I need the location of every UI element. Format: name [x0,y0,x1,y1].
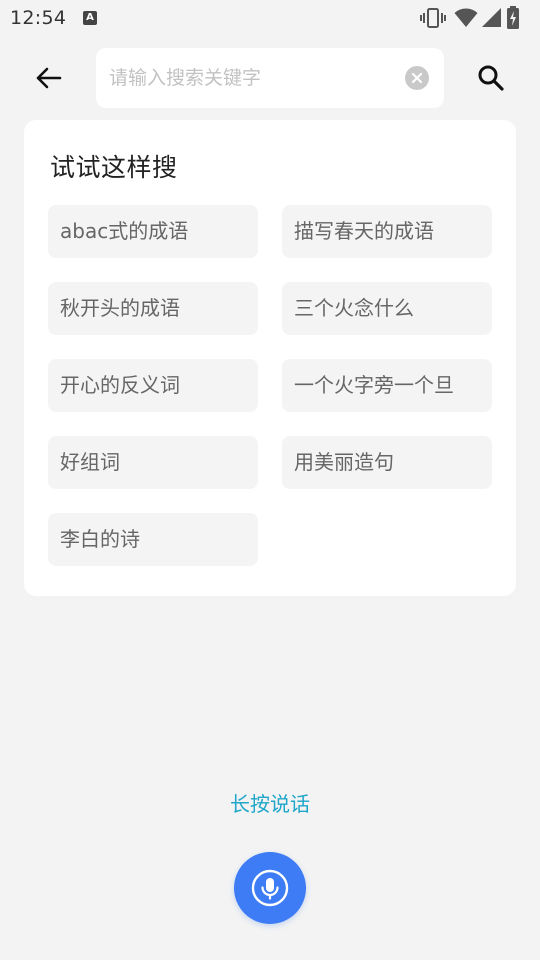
suggestion-chip[interactable]: abac式的成语 [48,205,258,258]
suggestion-chip[interactable]: 好组词 [48,436,258,489]
suggestion-chip[interactable]: 用美丽造句 [282,436,492,489]
clear-circle-icon [411,72,423,84]
arrow-left-icon [36,67,62,89]
voice-hint: 长按说话 [230,792,310,816]
search-box [96,48,444,108]
suggestion-title: 试试这样搜 [50,153,178,182]
suggestion-chip[interactable]: 秋开头的成语 [48,282,258,335]
voice-input-button[interactable] [234,852,306,924]
status-bar: 12:54 A [0,0,540,36]
battery-charging-icon [507,6,519,29]
magnifier-icon [478,65,504,91]
notification-a-icon: A [83,11,97,25]
status-icons [420,6,530,30]
suggestion-chip[interactable]: 开心的反义词 [48,359,258,412]
search-input[interactable] [109,60,399,96]
suggestion-chip[interactable]: 李白的诗 [48,513,258,566]
status-time: 12:54 [10,7,67,29]
suggestion-chip[interactable]: 三个火念什么 [282,282,492,335]
vibrate-icon [420,8,446,28]
wifi-icon [454,8,478,27]
suggestion-card: 试试这样搜 abac式的成语 描写春天的成语 秋开头的成语 三个火念什么 开心的… [24,120,516,596]
suggestion-chip[interactable]: 一个火字旁一个旦 [282,359,492,412]
back-button[interactable] [28,58,68,98]
suggestion-chip[interactable]: 描写春天的成语 [282,205,492,258]
search-button[interactable] [470,58,512,98]
clear-button[interactable] [405,66,429,90]
microphone-icon [251,869,289,907]
signal-icon [482,8,501,27]
